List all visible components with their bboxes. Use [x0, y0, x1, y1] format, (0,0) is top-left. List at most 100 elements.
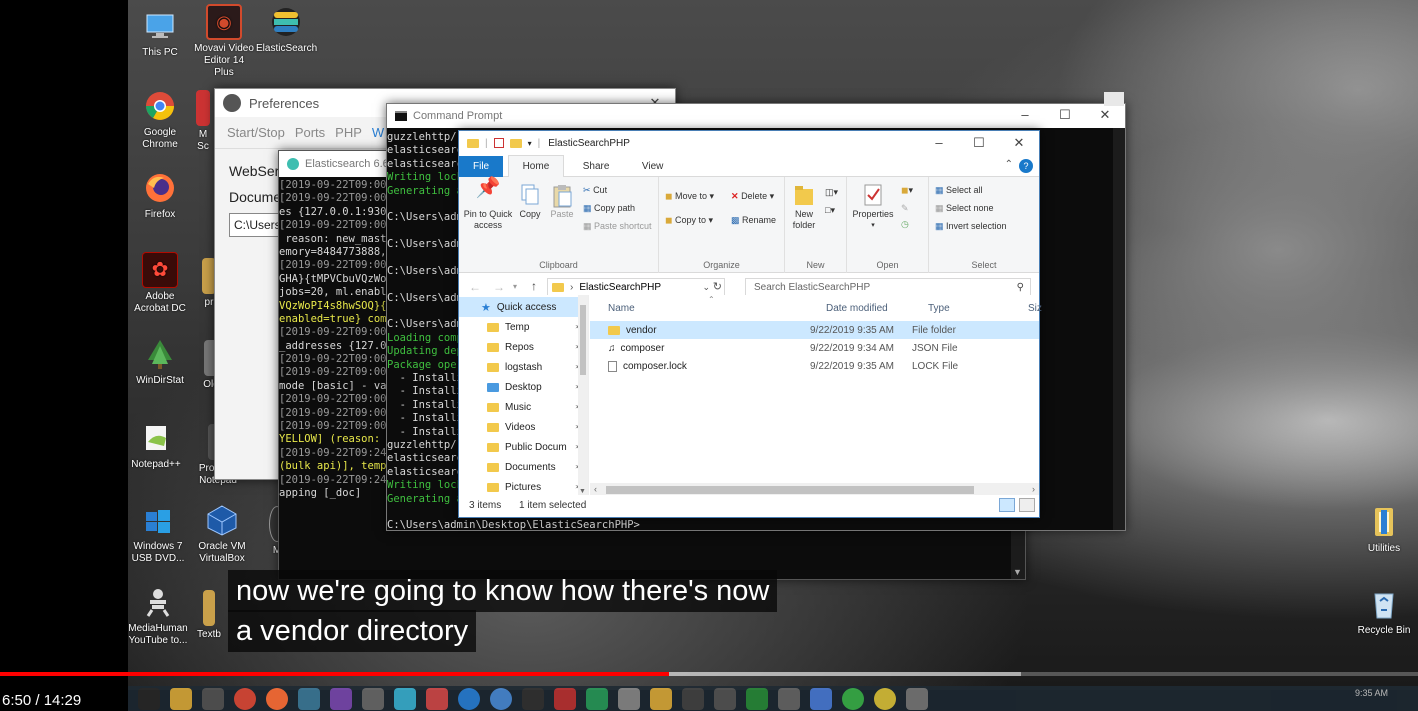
video-player[interactable]: This PC ◉ Movavi Video Editor 14 Plus El…	[0, 0, 1418, 711]
taskbar-app-icon[interactable]	[810, 687, 832, 710]
explorer-titlebar[interactable]: | ▾ | ElasticSearchPHP – ☐ ✕	[459, 131, 1039, 155]
nav-item[interactable]: Videos✶	[459, 417, 588, 437]
file-explorer-window[interactable]: | ▾ | ElasticSearchPHP – ☐ ✕ File Home S…	[458, 130, 1042, 518]
taskbar-app-icon[interactable]	[842, 687, 864, 710]
tab-home[interactable]: Home	[507, 155, 565, 178]
taskbar-app-icon[interactable]	[714, 687, 736, 710]
file-row[interactable]: vendor 9/22/2019 9:35 AM File folder	[590, 321, 1039, 339]
file-explorer-taskbar-icon[interactable]	[170, 687, 192, 710]
column-name[interactable]: Name	[608, 303, 635, 314]
up-arrow-icon[interactable]: ↑	[531, 279, 537, 293]
new-folder-button[interactable]: New folder	[787, 183, 821, 231]
move-to-button[interactable]: ◼ Move to ▾	[665, 191, 714, 202]
cmd-titlebar[interactable]: Command Prompt – ☐ ✕	[387, 104, 1125, 128]
nav-item[interactable]: Pictures✶	[459, 477, 588, 497]
taskbar-app-icon[interactable]	[554, 687, 576, 710]
column-type[interactable]: Type	[928, 303, 950, 314]
maximize-icon[interactable]: ☐	[1045, 104, 1085, 128]
copy-button[interactable]: Copy	[515, 183, 545, 220]
column-size[interactable]: Siz	[1028, 303, 1042, 314]
cmd-taskbar-icon[interactable]	[522, 687, 544, 710]
properties-button[interactable]: Properties ▾	[849, 183, 897, 231]
rename-button[interactable]: ▩ Rename	[731, 215, 776, 226]
taskbar-app-icon[interactable]	[458, 687, 480, 710]
new-folder-small-icon[interactable]	[509, 138, 522, 148]
quick-access-toolbar[interactable]: | ▾ |	[467, 138, 540, 149]
explorer-maximize-icon[interactable]: ☐	[959, 131, 999, 155]
taskbar-app-icon[interactable]	[906, 687, 928, 710]
desktop-icon-firefox[interactable]: Firefox	[130, 170, 190, 221]
desktop-icon-notepadpp[interactable]: Notepad++	[128, 420, 186, 471]
delete-button[interactable]: ✕ Delete ▾	[731, 191, 774, 202]
taskbar-app-icon[interactable]	[298, 687, 320, 710]
desktop-icon-movavi[interactable]: ◉ Movavi Video Editor 14 Plus	[194, 4, 254, 79]
customize-qat-icon[interactable]: ▾	[528, 139, 532, 148]
close-icon[interactable]: ✕	[1085, 104, 1125, 128]
taskbar-app-icon[interactable]	[362, 687, 384, 710]
address-dropdown-icon[interactable]: ⌄	[702, 279, 710, 296]
tab-view[interactable]: View	[628, 156, 678, 178]
chrome-taskbar-icon[interactable]	[234, 687, 256, 710]
desktop-icon-recycle-bin[interactable]: Recycle Bin	[1354, 586, 1414, 637]
ribbon-collapse-icon[interactable]: ⌃	[1005, 159, 1013, 170]
paste-shortcut-button[interactable]: ▦ Paste shortcut	[583, 221, 652, 232]
open-button[interactable]: ◼▾	[901, 185, 913, 196]
cmd-scrollbar[interactable]	[1113, 128, 1125, 530]
tab-file[interactable]: File	[459, 156, 504, 178]
large-icons-view-icon[interactable]	[1019, 498, 1035, 512]
desktop-icon-chrome[interactable]: Google Chrome	[130, 88, 190, 151]
nav-item[interactable]: logstash✶	[459, 357, 588, 377]
properties-check-icon[interactable]	[493, 138, 504, 148]
start-icon[interactable]	[138, 687, 160, 710]
taskbar-app-icon[interactable]	[586, 687, 608, 710]
explorer-close-icon[interactable]: ✕	[999, 131, 1039, 155]
invert-selection-button[interactable]: ▦ Invert selection	[935, 221, 1007, 232]
file-row[interactable]: composer.lock 9/22/2019 9:35 AM LOCK File	[590, 357, 1039, 375]
nav-item[interactable]: Documents✶	[459, 457, 588, 477]
nav-quick-access[interactable]: ★ Quick access	[459, 297, 588, 317]
nav-item[interactable]: Public Docum✶	[459, 437, 588, 457]
tab-start-stop[interactable]: Start/Stop	[227, 125, 285, 140]
desktop-icon-windirstat[interactable]: WinDirStat	[130, 336, 190, 387]
taskbar-app-icon[interactable]	[618, 687, 640, 710]
back-arrow-icon[interactable]: ←	[469, 280, 481, 294]
copy-to-button[interactable]: ◼ Copy to ▾	[665, 215, 713, 226]
desktop-icon-this-pc[interactable]: This PC	[130, 8, 190, 59]
paste-button[interactable]: Paste	[547, 183, 577, 220]
excel-taskbar-icon[interactable]	[746, 687, 768, 710]
select-all-button[interactable]: ▦ Select all	[935, 185, 983, 196]
forward-arrow-icon[interactable]: →	[493, 280, 505, 294]
desktop-icon-elasticsearch[interactable]: ElasticSearch	[256, 4, 317, 55]
nav-scrollbar[interactable]: ▼	[578, 295, 588, 497]
desktop-icon-utilities[interactable]: Utilities	[1354, 504, 1414, 555]
taskbar-app-icon[interactable]	[682, 687, 704, 710]
copy-path-button[interactable]: ▦ Copy path	[583, 203, 635, 214]
tab-ports[interactable]: Ports	[295, 125, 325, 140]
easy-access-button[interactable]: □▾	[825, 205, 835, 216]
taskbar-app-icon[interactable]	[778, 687, 800, 710]
refresh-icon[interactable]: ↻	[713, 279, 722, 296]
visual-studio-taskbar-icon[interactable]	[330, 687, 352, 710]
cut-button[interactable]: ✂ Cut	[583, 185, 607, 196]
nav-item[interactable]: Temp✶	[459, 317, 588, 337]
edit-button[interactable]: ✎	[901, 203, 909, 214]
video-progress-track[interactable]	[0, 672, 1418, 676]
new-item-button[interactable]: ◫▾	[825, 187, 838, 198]
desktop-icon-acrobat[interactable]: ✿ Adobe Acrobat DC	[130, 252, 190, 315]
taskbar-clock[interactable]: 9:35 AM	[1355, 688, 1388, 698]
recent-locations-icon[interactable]: ▾	[513, 282, 517, 291]
desktop-icon-virtualbox[interactable]: Oracle VM VirtualBox	[192, 502, 252, 565]
explorer-minimize-icon[interactable]: –	[919, 131, 959, 155]
nav-item[interactable]: Desktop✶	[459, 377, 588, 397]
tab-php[interactable]: PHP	[335, 125, 362, 140]
taskbar-app-icon[interactable]	[394, 687, 416, 710]
nav-item[interactable]: Music✶	[459, 397, 588, 417]
tab-share[interactable]: Share	[569, 156, 624, 178]
help-icon[interactable]: ?	[1019, 159, 1033, 173]
column-date-modified[interactable]: Date modified	[826, 303, 888, 314]
taskbar-app-icon[interactable]	[426, 687, 448, 710]
history-button[interactable]: ◷	[901, 219, 909, 230]
firefox-taskbar-icon[interactable]	[266, 687, 288, 710]
pin-quick-access-button[interactable]: 📌 Pin to Quick access	[461, 178, 515, 231]
nav-item[interactable]: Repos✶	[459, 337, 588, 357]
